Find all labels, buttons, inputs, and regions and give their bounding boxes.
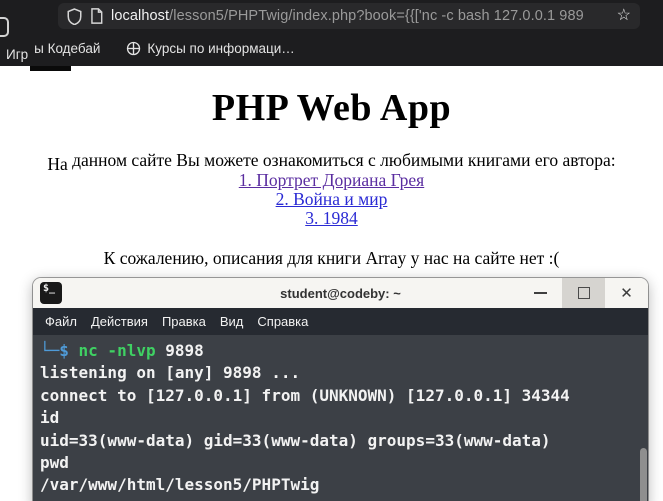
bookmark-label: Курсы по информаци…: [147, 40, 295, 56]
close-button[interactable]: ✕: [605, 278, 648, 308]
menu-item-1[interactable]: Файл: [38, 314, 84, 329]
maximize-icon: [577, 287, 590, 299]
terminal-output: └─$ nc -nlvp 9898 listening on [any] 9898…: [33, 335, 648, 501]
bookmark-item-courses[interactable]: Курсы по информаци…: [126, 40, 295, 56]
terminal-menubar: Файл Действия Правка Вид Справка: [33, 308, 648, 335]
terminal-line: /var/www/html/lesson5/PHPTwig: [40, 475, 320, 495]
book-links: 1. Портрет Дориана Грея 2. Война и мир 3. …: [0, 171, 663, 228]
menu-item-5[interactable]: Справка: [250, 314, 315, 329]
terminal-titlebar[interactable]: $_ student@codeby: ~ ✕: [33, 278, 648, 308]
terminal-app-icon: $_: [40, 282, 62, 304]
terminal-line: pwd: [40, 453, 69, 473]
bookmark-star-icon[interactable]: ☆: [617, 8, 631, 24]
bookmark-label-part: ы Кодебай: [34, 40, 101, 56]
screenshot-root: localhost/lesson5/PHPTwig/index.php?book…: [0, 0, 663, 501]
url-path: /lesson5/PHPTwig/index.php?book={{['nc -…: [169, 8, 584, 24]
page-icon[interactable]: [90, 8, 103, 24]
terminal-line: uid=33(www-data) gid=33(www-data) groups…: [40, 430, 551, 450]
terminal-line: listening on [any] 9898 ...: [40, 363, 301, 383]
url-text[interactable]: localhost/lesson5/PHPTwig/index.php?book…: [111, 8, 609, 24]
menu-item-4[interactable]: Вид: [213, 314, 251, 329]
terminal-line: id: [40, 408, 60, 428]
terminal-scrollbar[interactable]: [640, 448, 647, 501]
book-link-3[interactable]: 3. 1984: [0, 209, 663, 228]
window-controls: ✕: [519, 278, 648, 308]
bookmarks-bar: Игр ы Кодебай Курсы по информаци…: [0, 35, 663, 62]
bookmark-item-codeby-games[interactable]: Игр ы Кодебай: [6, 40, 101, 62]
terminal-line: └─$ nc -nlvp 9898: [40, 341, 204, 360]
terminal-line: ^c: [40, 497, 648, 501]
intro-rest: данном сайте Вы можете ознакомиться с лю…: [67, 150, 616, 170]
book-link-1[interactable]: 1. Портрет Дориана Грея: [0, 171, 663, 190]
book-link-2[interactable]: 2. Война и мир: [0, 190, 663, 209]
terminal-window: $_ student@codeby: ~ ✕ Файл Действия Правк…: [33, 278, 648, 501]
intro-text: На данном сайте Вы можете ознакомиться с…: [0, 150, 663, 174]
url-bar[interactable]: localhost/lesson5/PHPTwig/index.php?book…: [58, 3, 640, 29]
terminal-line: connect to [127.0.0.1] from (UNKNOWN) [1…: [40, 385, 570, 405]
intro-first-word: На: [47, 154, 68, 174]
maximize-button[interactable]: [562, 278, 605, 308]
url-host: localhost: [111, 8, 170, 24]
menu-item-3[interactable]: Правка: [155, 314, 213, 329]
shield-icon[interactable]: [67, 7, 82, 25]
minimize-icon: [534, 292, 547, 294]
globe-icon: [127, 41, 141, 55]
browser-chrome: localhost/lesson5/PHPTwig/index.php?book…: [0, 0, 663, 66]
menu-item-2[interactable]: Действия: [84, 314, 155, 329]
page-title: PHP Web App: [211, 87, 452, 129]
error-message: К сожалению, описания для книги Array у …: [103, 248, 560, 268]
bookmark-label-part: Игр: [6, 46, 29, 62]
terminal-body[interactable]: └─$ nc -nlvp 9898 listening on [any] 9898…: [33, 335, 648, 501]
web-page: PHP Web App На данном сайте Вы можете оз…: [0, 66, 663, 269]
partial-app-icon: [0, 17, 9, 37]
minimize-button[interactable]: [519, 278, 562, 308]
